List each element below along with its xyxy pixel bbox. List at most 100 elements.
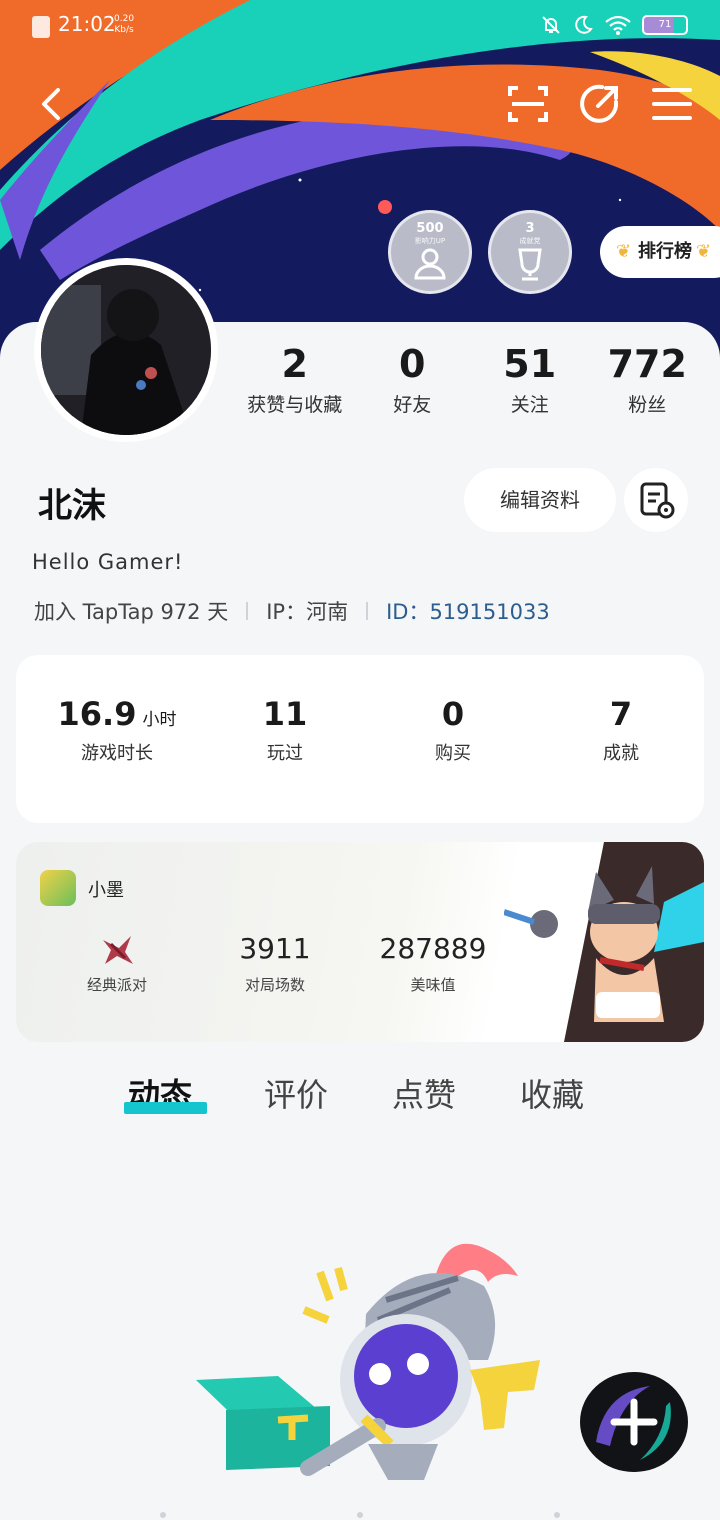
network-speed-value: 0.20 bbox=[114, 14, 135, 24]
likes-value: 2 bbox=[281, 342, 308, 386]
profile-settings-button[interactable] bbox=[624, 468, 688, 532]
playtime-value: 16.9 bbox=[57, 695, 137, 733]
playtime-value-row: 16.9 小时 bbox=[32, 695, 202, 733]
matches-value: 3911 bbox=[239, 932, 311, 965]
tab-likes[interactable]: 点赞 bbox=[392, 1070, 456, 1116]
followers-value: 772 bbox=[607, 342, 687, 386]
divider bbox=[246, 602, 249, 620]
notification-off-icon bbox=[542, 16, 560, 34]
friends-label: 好友 bbox=[393, 394, 432, 416]
bought-value: 0 bbox=[441, 695, 465, 733]
tab-reviews[interactable]: 评价 bbox=[264, 1070, 328, 1116]
bought-stat[interactable]: 0 购买 bbox=[368, 695, 538, 765]
achievement-badge-label: 成就党 bbox=[519, 237, 541, 245]
following-label: 关注 bbox=[510, 394, 549, 416]
edit-profile-button[interactable]: 编辑资料 bbox=[464, 468, 616, 532]
likes-label: 获赞与收藏 bbox=[247, 394, 343, 416]
game-record-card[interactable]: 小墨 经典派对 3911 对局场数 287889 美味值 bbox=[16, 842, 704, 1042]
mode-icon-wrap bbox=[42, 932, 192, 968]
game-name: 小墨 bbox=[88, 880, 124, 901]
achievement-badge[interactable]: 3 成就党 bbox=[488, 210, 572, 294]
back-button[interactable] bbox=[30, 80, 78, 128]
played-stat[interactable]: 11 玩过 bbox=[200, 695, 370, 765]
played-value: 11 bbox=[262, 695, 308, 733]
scan-icon bbox=[508, 86, 548, 122]
nav-dot bbox=[554, 1512, 560, 1518]
matches-label: 对局场数 bbox=[244, 976, 305, 994]
content-tabs: 动态 评价 点赞 收藏 bbox=[100, 1070, 620, 1130]
playtime-label: 游戏时长 bbox=[81, 743, 153, 764]
hamburger-menu-icon bbox=[652, 88, 692, 120]
user-id[interactable]: ID：519151033 bbox=[386, 596, 550, 626]
moon-icon bbox=[575, 15, 593, 34]
chevron-left-icon bbox=[42, 88, 60, 120]
plus-icon bbox=[596, 1386, 671, 1460]
active-tab-indicator bbox=[124, 1102, 207, 1114]
network-speed: 0.20 Kb/s bbox=[114, 14, 134, 36]
status-bar: 21:02 0.20 Kb/s 71 bbox=[0, 0, 720, 56]
wifi-icon bbox=[605, 15, 631, 35]
bought-label: 购买 bbox=[435, 743, 471, 764]
scan-button[interactable] bbox=[504, 80, 552, 128]
new-indicator-dot bbox=[378, 200, 392, 214]
taste-stat: 287889 美味值 bbox=[358, 932, 508, 995]
nav-dot bbox=[160, 1512, 166, 1518]
achievements-value: 7 bbox=[609, 695, 633, 733]
mode-stat: 经典派对 bbox=[42, 932, 192, 995]
likes-stat[interactable]: 2 获赞与收藏 bbox=[236, 340, 354, 417]
playtime-unit: 小时 bbox=[142, 710, 177, 730]
avatar-photo bbox=[41, 265, 211, 435]
social-stats: 2 获赞与收藏 0 好友 51 关注 772 粉丝 bbox=[236, 340, 706, 417]
mode-label: 经典派对 bbox=[86, 976, 147, 994]
nav-dot bbox=[357, 1512, 363, 1518]
game-icon bbox=[40, 870, 76, 906]
avatar[interactable] bbox=[34, 258, 218, 442]
trophy-icon bbox=[518, 248, 542, 281]
create-post-button[interactable] bbox=[580, 1372, 688, 1472]
tab-favorites[interactable]: 收藏 bbox=[520, 1070, 584, 1116]
share-icon bbox=[580, 84, 619, 123]
system-nav-bar bbox=[0, 1512, 720, 1520]
status-icons: 71 bbox=[540, 14, 688, 36]
nickname: 北沫 bbox=[38, 486, 106, 526]
taste-value: 287889 bbox=[379, 932, 487, 965]
profile-meta: 加入 TapTap 972 天 IP：河南 ID：519151033 bbox=[34, 596, 550, 626]
sim-icon bbox=[32, 16, 50, 38]
achievements-stat[interactable]: 7 成就 bbox=[536, 695, 706, 765]
played-label: 玩过 bbox=[267, 743, 303, 764]
empty-state-illustration bbox=[196, 1243, 540, 1480]
taste-label: 美味值 bbox=[410, 976, 456, 994]
ip-location: IP：河南 bbox=[266, 600, 349, 624]
share-button[interactable] bbox=[576, 80, 624, 128]
following-value: 51 bbox=[503, 342, 557, 386]
party-mode-icon bbox=[103, 936, 133, 964]
document-settings-icon bbox=[640, 482, 675, 519]
bio-text: Hello Gamer! bbox=[32, 550, 184, 574]
followers-stat[interactable]: 772 粉丝 bbox=[589, 340, 707, 417]
following-stat[interactable]: 51 关注 bbox=[471, 340, 589, 417]
status-time: 21:02 bbox=[58, 12, 116, 36]
game-stats-card: 16.9 小时 游戏时长 11 玩过 0 购买 7 成就 bbox=[16, 655, 704, 823]
game-character-art bbox=[504, 842, 704, 1042]
laurel-right-icon: ❦ bbox=[696, 241, 712, 262]
menu-button[interactable] bbox=[648, 80, 696, 128]
friends-stat[interactable]: 0 好友 bbox=[354, 340, 472, 417]
achievements-label: 成就 bbox=[603, 743, 639, 764]
influence-badge[interactable]: 500 影响力UP bbox=[388, 210, 472, 294]
playtime-stat[interactable]: 16.9 小时 游戏时长 bbox=[32, 695, 202, 765]
join-days: 加入 TapTap 972 天 bbox=[34, 600, 229, 624]
influence-badge-label: 影响力UP bbox=[414, 237, 446, 245]
divider bbox=[366, 602, 369, 620]
achievement-badge-value: 3 bbox=[525, 221, 535, 236]
network-speed-unit: Kb/s bbox=[114, 25, 134, 35]
avatar-photo-art bbox=[41, 265, 211, 435]
battery-icon: 71 bbox=[642, 15, 688, 35]
followers-label: 粉丝 bbox=[628, 394, 667, 416]
influence-badge-value: 500 bbox=[416, 221, 444, 236]
matches-stat: 3911 对局场数 bbox=[200, 932, 350, 995]
laurel-left-icon: ❦ bbox=[616, 241, 632, 262]
leaderboard-label: 排行榜 bbox=[638, 241, 692, 262]
friends-value: 0 bbox=[399, 342, 426, 386]
leaderboard-button[interactable]: ❦ 排行榜 ❦ bbox=[600, 226, 720, 278]
user-up-icon bbox=[414, 248, 446, 280]
